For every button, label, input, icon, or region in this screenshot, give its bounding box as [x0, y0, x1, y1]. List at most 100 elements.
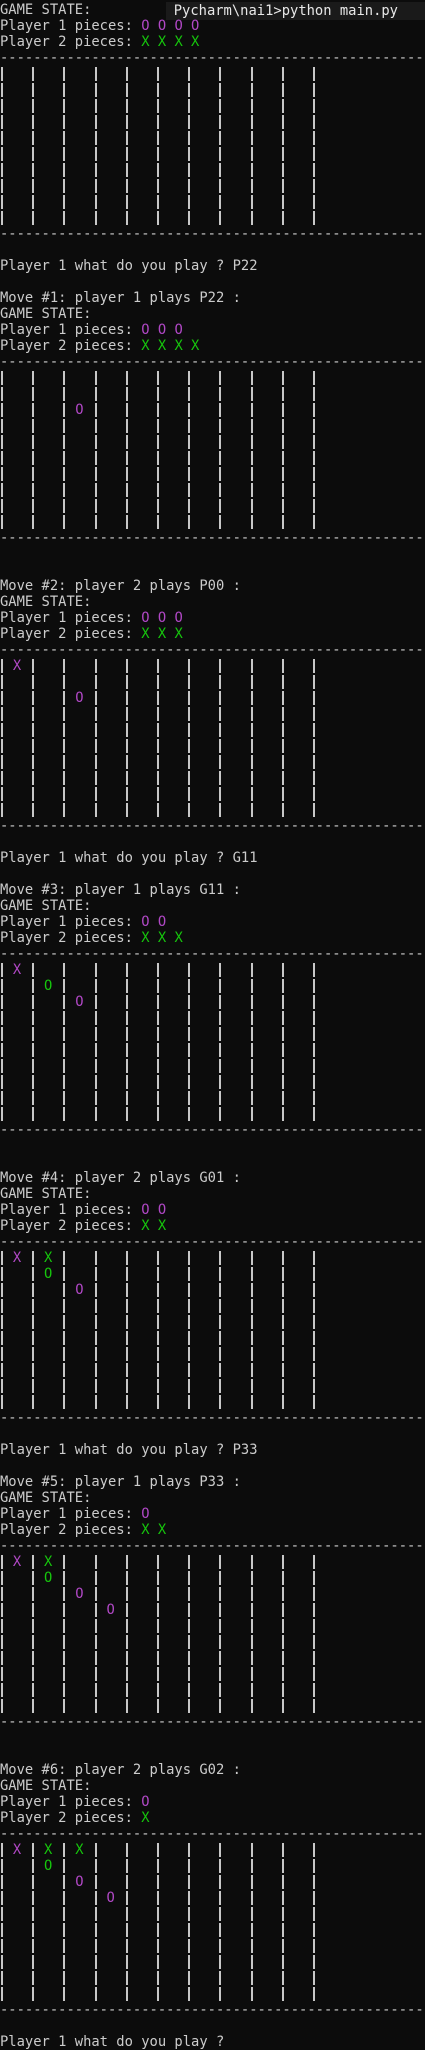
board-bar	[219, 1970, 222, 1986]
board-bar	[281, 482, 284, 498]
board-bar	[157, 1602, 159, 1618]
board-bar	[188, 674, 191, 690]
board-bar	[157, 1874, 159, 1890]
board-bar	[188, 498, 191, 514]
board-bar	[32, 1874, 35, 1890]
board-bar	[125, 1362, 128, 1378]
board-bar	[157, 1698, 159, 1714]
board-bar	[63, 1298, 66, 1314]
board-bar	[250, 1394, 253, 1410]
board-bar	[32, 1346, 35, 1362]
board-bar	[313, 178, 315, 194]
board-bar	[32, 162, 35, 178]
board-row	[0, 1058, 425, 1074]
move-line: Move #3: player 1 plays G11 :	[0, 882, 241, 898]
board-bar	[188, 194, 191, 210]
board-bar	[219, 1954, 222, 1970]
board-row	[0, 786, 425, 802]
board-bar	[281, 1922, 284, 1938]
board-bar	[157, 1298, 159, 1314]
board-bar	[32, 98, 35, 114]
board-bar	[281, 1330, 284, 1346]
board-bar	[1, 82, 3, 98]
board-bar	[313, 962, 315, 978]
board-bar	[125, 1858, 128, 1874]
board-bar	[281, 1106, 284, 1122]
board-bar	[219, 994, 222, 1010]
board-bar	[125, 1954, 128, 1970]
board-bar	[1, 114, 3, 130]
board-bar	[63, 1618, 66, 1634]
board-bar	[63, 1362, 66, 1378]
board-bar	[219, 114, 222, 130]
board-bar	[63, 1266, 66, 1282]
board-bar	[125, 1394, 128, 1410]
board-bar	[219, 1042, 222, 1058]
board-bar	[1, 1634, 3, 1650]
board-bar	[157, 130, 159, 146]
board-bar	[157, 434, 159, 450]
board-bottom-border: ----------------------------------------…	[0, 2002, 425, 2018]
board-bar	[1, 1986, 3, 2002]
board-bar	[250, 178, 253, 194]
board-bar	[1, 1394, 3, 1410]
board-bar	[250, 1954, 253, 1970]
board-bar	[32, 1618, 35, 1634]
board-bar	[32, 978, 35, 994]
board-bar	[157, 402, 159, 418]
board-bar	[250, 1858, 253, 1874]
board-bar	[281, 82, 284, 98]
board-bar	[219, 178, 222, 194]
player2-pieces-line: Player 2 pieces: X X X	[0, 626, 425, 642]
board-bar	[94, 130, 97, 146]
board-bar	[313, 418, 315, 434]
board-bar	[219, 146, 222, 162]
board-bar	[32, 1682, 35, 1698]
board-row	[0, 802, 425, 818]
board-row	[0, 386, 425, 402]
board-bar	[313, 434, 315, 450]
board-bar	[94, 1986, 97, 2002]
board-bar	[157, 1250, 159, 1266]
board-bar	[188, 690, 191, 706]
board-bar	[313, 690, 315, 706]
board-bar	[188, 1938, 191, 1954]
board-bar	[32, 1922, 35, 1938]
board-bar	[157, 66, 159, 82]
board-bar	[63, 1634, 66, 1650]
board-bar	[250, 1650, 253, 1666]
board-bar	[94, 194, 97, 210]
board-row	[0, 674, 425, 690]
board-bar	[281, 1986, 284, 2002]
board-bar	[32, 1266, 35, 1282]
board-piece: O	[75, 1874, 84, 1890]
board-bar	[125, 1986, 128, 2002]
board-bar	[219, 962, 222, 978]
board-bar	[157, 418, 159, 434]
player2-pieces-line: Player 2 pieces: X X	[0, 1218, 425, 1234]
board-bar	[94, 498, 97, 514]
board-row	[0, 1314, 425, 1330]
board-bar	[32, 1378, 35, 1394]
board-bottom-border: ----------------------------------------…	[0, 226, 425, 242]
board-bar	[281, 738, 284, 754]
board-bar	[125, 754, 128, 770]
board-bar	[281, 722, 284, 738]
board-top-border: ----------------------------------------…	[0, 642, 425, 658]
board-bar	[250, 770, 253, 786]
board-bar	[188, 1042, 191, 1058]
board-bar	[94, 1346, 97, 1362]
board-bar	[125, 706, 128, 722]
board-bar	[313, 1026, 315, 1042]
board-row	[0, 1682, 425, 1698]
board-row	[0, 1346, 425, 1362]
board-bar	[188, 146, 191, 162]
move-line: Move #1: player 1 plays P22 :	[0, 290, 241, 306]
board-bar	[281, 514, 284, 530]
board-row	[0, 706, 425, 722]
board-bar	[281, 1874, 284, 1890]
board-bar	[313, 1106, 315, 1122]
board-bar	[281, 1266, 284, 1282]
board-bar	[125, 1266, 128, 1282]
